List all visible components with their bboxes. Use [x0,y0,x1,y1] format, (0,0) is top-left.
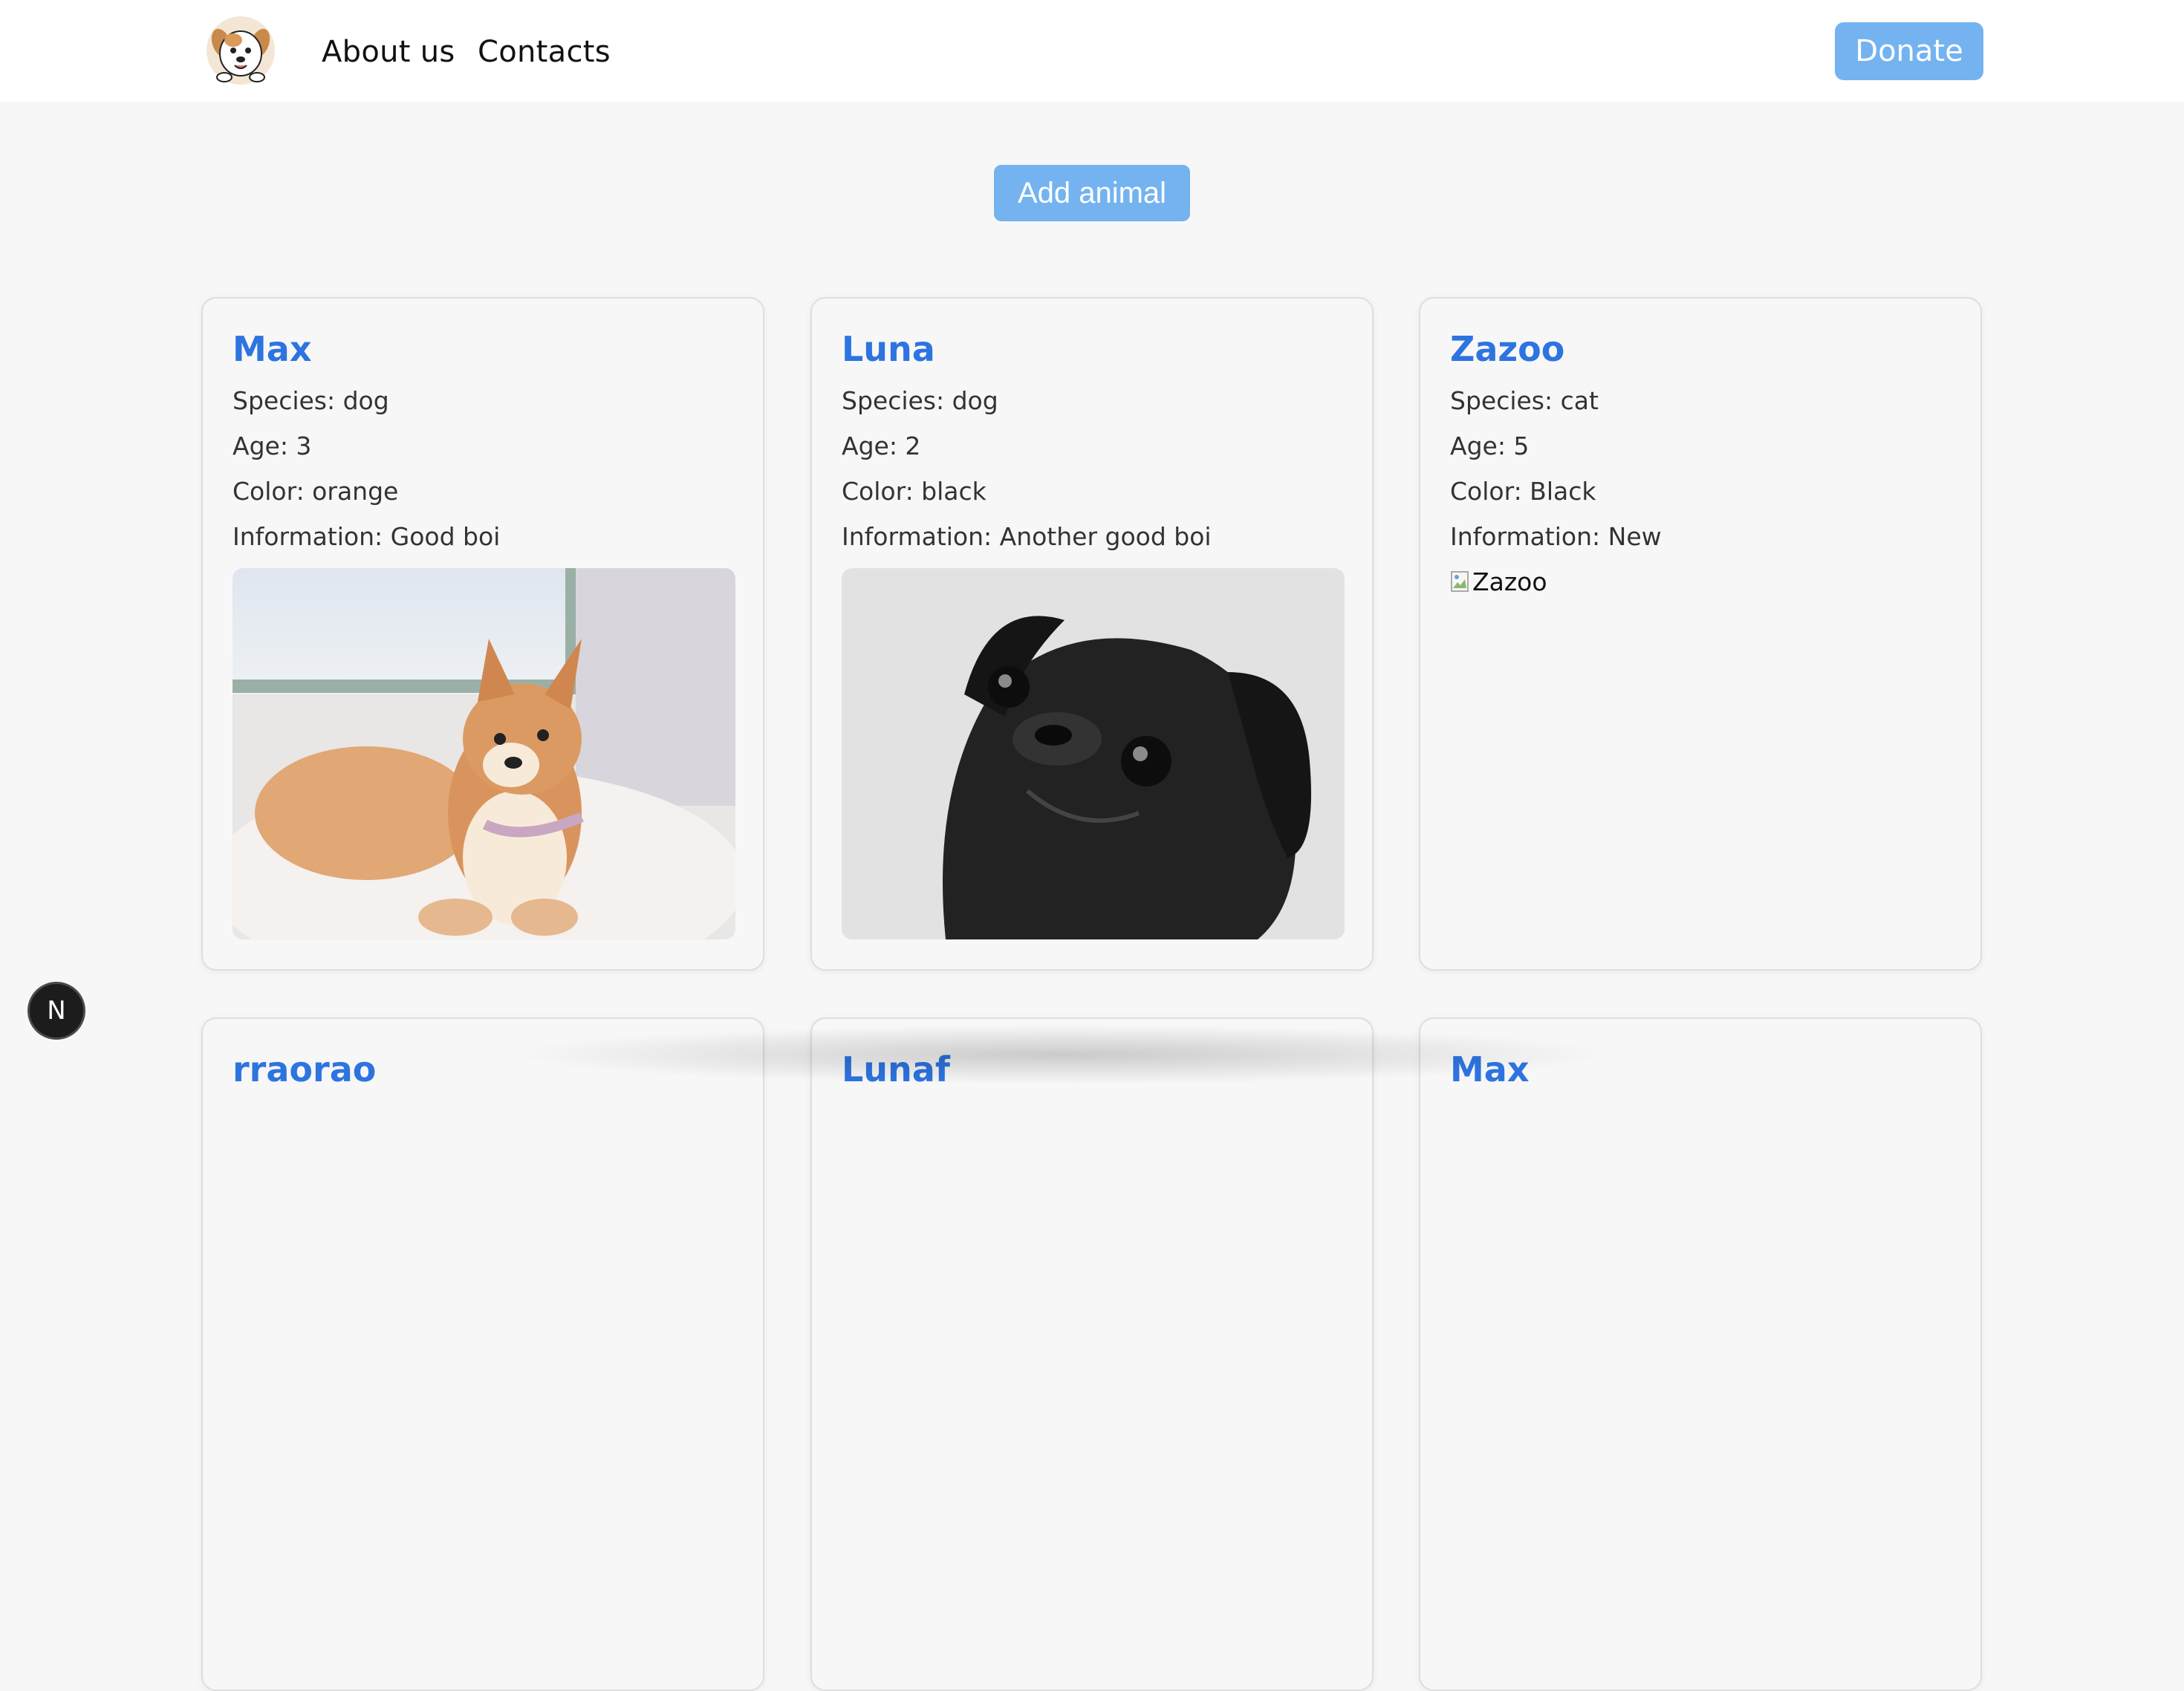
animal-card[interactable]: Lunaf [810,1017,1374,1691]
broken-image-alt: Zazoo [1472,567,1547,596]
broken-image-icon [1451,571,1469,592]
animal-card[interactable]: Max Species: dog Age: 3 Color: orange In… [201,297,764,971]
animal-species: Species: cat [1450,386,1599,415]
animal-card[interactable]: Zazoo Species: cat Age: 5 Color: Black I… [1419,297,1982,971]
black-pug-photo [842,568,1345,939]
animal-card[interactable]: rraorao [201,1017,764,1691]
site-header: About us Contacts Donate [0,0,2184,102]
animal-name: Luna [842,329,935,369]
animal-color: Color: orange [233,477,399,506]
animal-color: Color: Black [1450,477,1596,506]
nav-about-us[interactable]: About us [322,33,455,71]
animal-age: Age: 2 [842,431,921,460]
animal-color: Color: black [842,477,987,506]
puppy-logo-icon[interactable] [205,15,276,86]
animal-information: Information: New [1450,522,1662,551]
animal-card[interactable]: Max [1419,1017,1982,1691]
nav-contacts[interactable]: Contacts [478,33,611,71]
dev-badge-letter: N [47,996,66,1026]
broken-image: Zazoo [1450,566,1547,599]
dev-tools-badge[interactable]: N [27,982,85,1040]
shiba-puppy-photo [233,568,735,939]
donate-button[interactable]: Donate [1835,22,1983,80]
animal-information: Information: Another good boi [842,522,1212,551]
animal-information: Information: Good boi [233,522,501,551]
animal-age: Age: 3 [233,431,312,460]
animal-age: Age: 5 [1450,431,1530,460]
animal-name: Zazoo [1450,329,1565,369]
add-animal-button[interactable]: Add animal [994,165,1190,221]
animal-name: rraorao [233,1049,377,1089]
scroll-shadow [505,1025,1619,1084]
animal-card[interactable]: Luna Species: dog Age: 2 Color: black In… [810,297,1374,971]
animal-species: Species: dog [233,386,389,415]
animal-species: Species: dog [842,386,998,415]
animal-name: Max [233,329,312,369]
